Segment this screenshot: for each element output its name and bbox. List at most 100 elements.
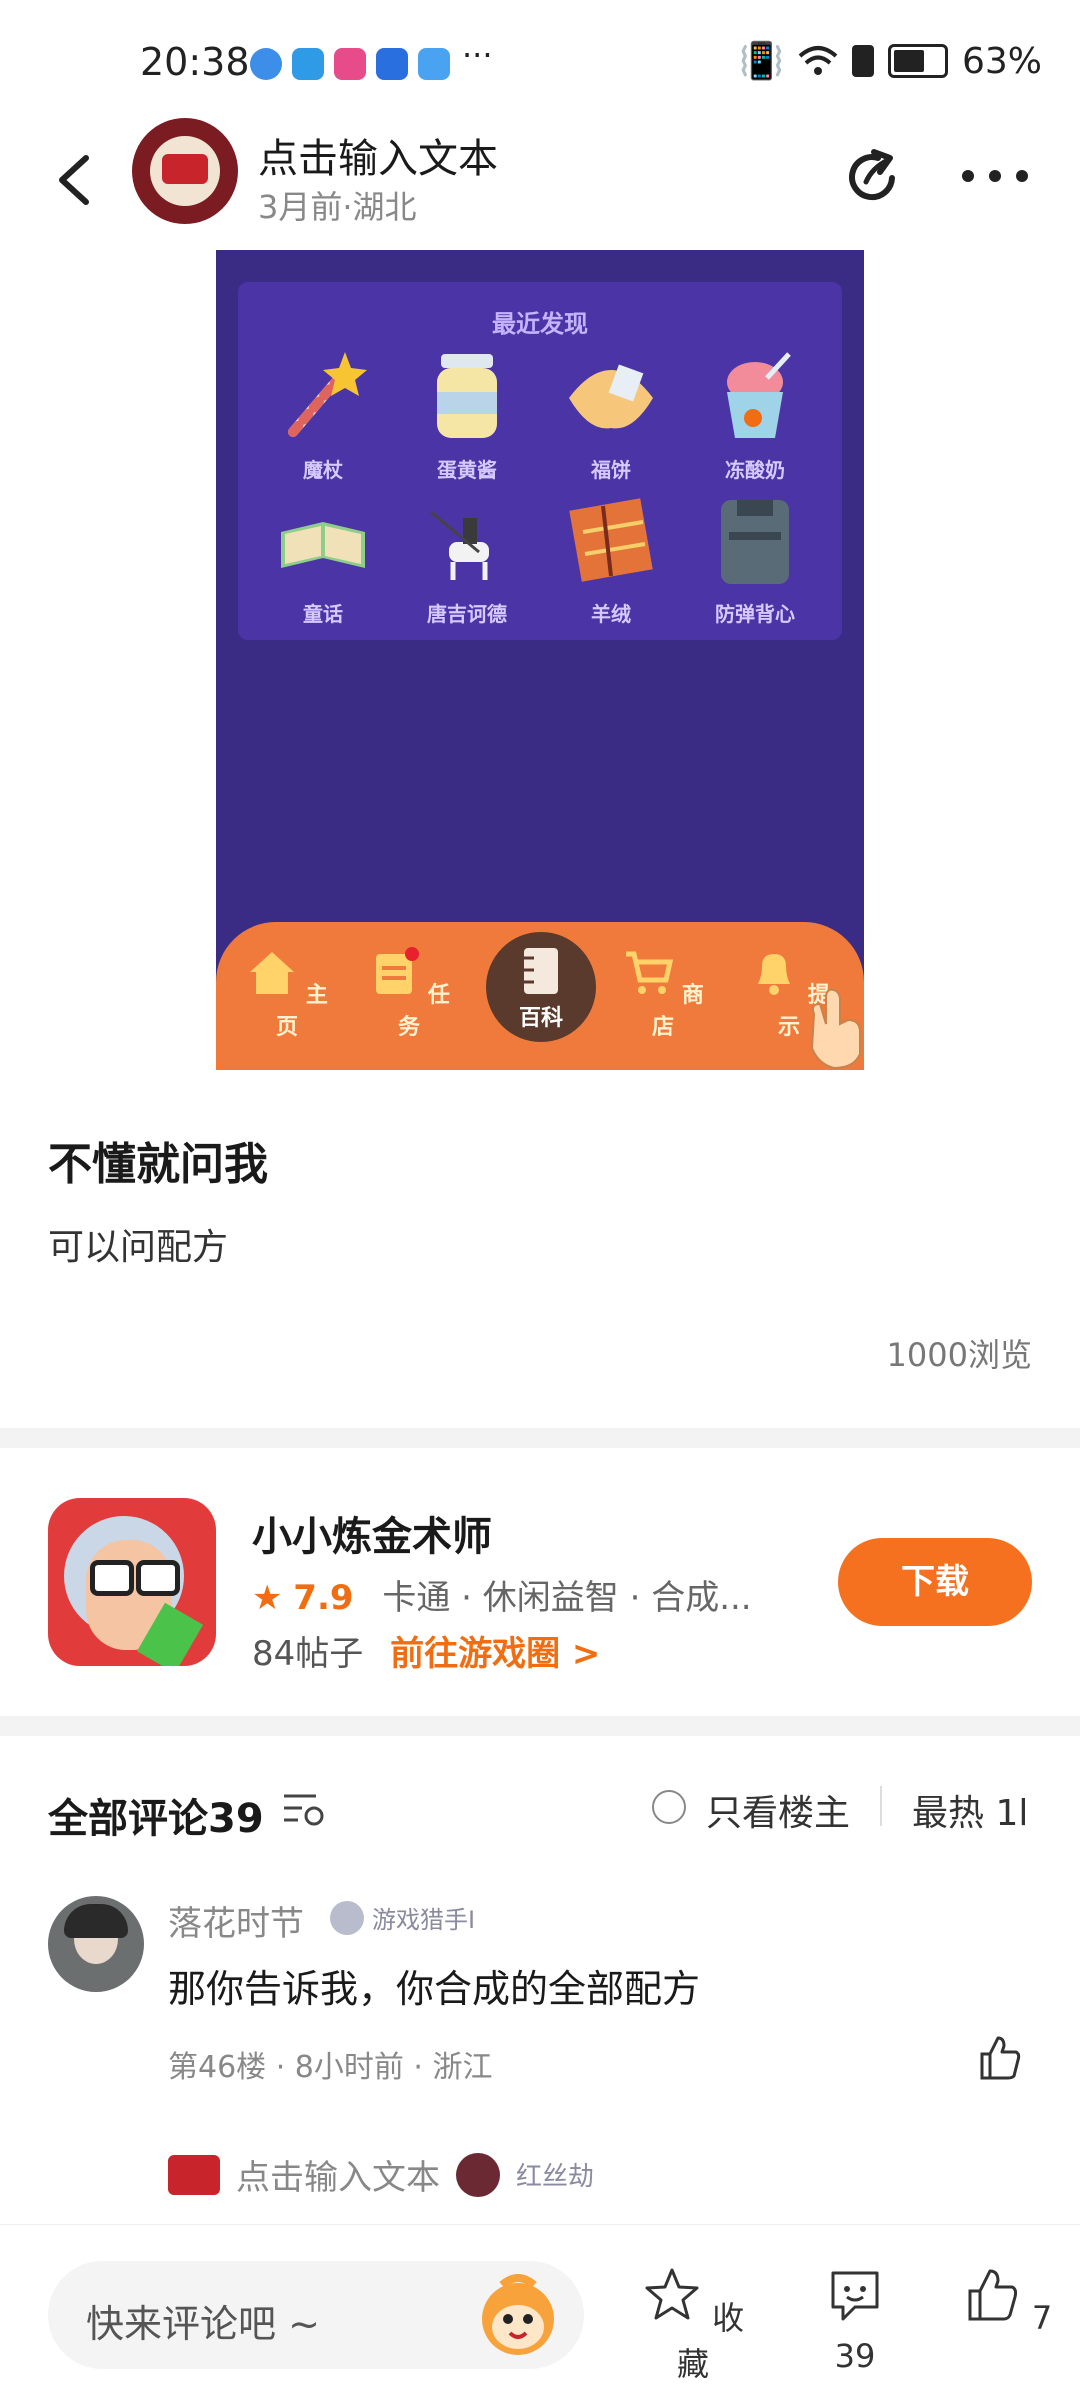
game-meta: ★ 7.9 卡通 · 休闲益智 · 合成...	[252, 1570, 752, 1619]
game-nav-bar: 主页 任务 百科 商店 提示	[216, 922, 864, 1070]
badge-label: 游戏猎手I	[372, 1906, 476, 1934]
pointing-hand-icon	[810, 988, 861, 1070]
more-notifications: ···	[462, 36, 493, 74]
bell-icon	[758, 954, 791, 995]
star-outline-icon	[645, 2268, 699, 2320]
like-count: 7	[1031, 2299, 1053, 2337]
item-label: 防弹背心	[715, 602, 795, 626]
jar-icon	[437, 354, 497, 438]
reply-author-avatar	[168, 2154, 220, 2195]
author-name[interactable]: 点击输入文本	[258, 126, 498, 184]
reply-row: 点击输入文本 红丝劫	[168, 2150, 594, 2199]
vibrate-icon: 📳	[739, 41, 784, 82]
item-frozen-yogurt: 冻酸奶	[690, 348, 820, 498]
like-icon[interactable]	[976, 2034, 1024, 2082]
post-text: 可以问配方	[48, 1227, 229, 1268]
battery-percent: 63%	[961, 40, 1042, 82]
section-divider	[0, 1428, 1080, 1448]
video-app-icon	[334, 48, 366, 80]
panel-title: 最近发现	[492, 310, 588, 338]
app-notification-icon	[250, 48, 282, 80]
sort-dropdown[interactable]: 最热 1l	[912, 1784, 1028, 1836]
cookie-icon	[569, 364, 653, 429]
game-rating: 7.9	[293, 1578, 354, 1618]
item-mayonnaise: 蛋黄酱	[402, 348, 532, 498]
post-time-location: 3月前·湖北	[258, 188, 417, 226]
wand-icon	[288, 352, 367, 437]
divider	[880, 1786, 882, 1826]
item-label: 童话	[303, 602, 343, 626]
item-label: 魔杖	[303, 458, 343, 482]
only-owner-label[interactable]: 只看楼主	[706, 1784, 850, 1836]
knight-icon	[430, 510, 489, 580]
back-icon[interactable]	[50, 150, 100, 210]
item-label: 唐吉诃德	[427, 602, 507, 626]
mascot-icon	[482, 2274, 554, 2355]
favorite-button[interactable]: 收藏	[638, 2265, 748, 2385]
reply-target-avatar	[456, 2152, 500, 2197]
item-bulletproof-vest: 防弹背心	[690, 492, 820, 642]
game-name[interactable]: 小小炼金术师	[252, 1504, 492, 1562]
game-tab-encyclopedia: 百科	[486, 932, 596, 1042]
item-label: 福饼	[591, 458, 631, 482]
reply-target-name[interactable]: 红丝劫	[516, 2156, 594, 2193]
book-icon	[281, 522, 365, 568]
game-tab-label: 百科	[518, 1006, 563, 1031]
wifi-icon	[798, 46, 838, 75]
game-tab-tasks: 任务	[364, 946, 454, 1041]
view-count: 1000浏览	[886, 1336, 1032, 1374]
post-title: 不懂就问我	[48, 1139, 268, 1190]
section-divider	[0, 1716, 1080, 1736]
watermark: 233号:72008875	[826, 2371, 1060, 2404]
weather-app-icon	[292, 48, 324, 80]
alert-icon	[851, 45, 874, 77]
comment-text: 那你告诉我，你合成的全部配方	[168, 1967, 701, 2011]
like-count-button[interactable]: 7	[952, 2265, 1062, 2337]
game-tab-shop: 商店	[618, 946, 708, 1041]
yogurt-icon	[727, 352, 791, 438]
cashmere-icon	[569, 498, 653, 582]
item-label: 羊绒	[591, 602, 631, 626]
game-posts-row: 84帖子 前往游戏圈 >	[252, 1626, 600, 1675]
status-time: 20:38	[140, 40, 250, 84]
more-options-icon[interactable]	[960, 168, 1030, 184]
task-icon	[376, 947, 420, 994]
status-right: 📳 63%	[739, 40, 1042, 83]
encyclopedia-icon	[524, 948, 558, 994]
comment-placeholder: 快来评论吧 ~	[86, 2302, 320, 2346]
game-post-count: 84帖子	[252, 1634, 364, 1674]
comment-count-button[interactable]: 39	[800, 2265, 910, 2375]
item-fortune-cookie: 福饼	[546, 348, 676, 498]
bulb-app-icon	[376, 48, 408, 80]
filter-icon[interactable]	[282, 1790, 326, 1830]
cart-icon	[626, 951, 674, 994]
item-label: 冻酸奶	[725, 458, 785, 482]
comments-header: 全部评论39	[48, 1796, 264, 1842]
only-owner-radio[interactable]	[652, 1790, 686, 1824]
commenter-name[interactable]: 落花时节	[168, 1896, 304, 1945]
star-icon: ★	[252, 1578, 283, 1618]
battery-icon	[887, 44, 948, 78]
share-icon[interactable]	[842, 144, 906, 208]
download-button[interactable]: 下载	[838, 1538, 1032, 1626]
author-avatar[interactable]	[132, 118, 238, 224]
commenter-badge: 游戏猎手I	[330, 1900, 475, 1935]
item-fairy-tale: 童话	[258, 492, 388, 642]
status-bar: 20:38 ··· 📳 63%	[0, 0, 1080, 110]
item-label: 蛋黄酱	[437, 458, 497, 482]
reply-author-name[interactable]: 点击输入文本	[236, 2150, 440, 2199]
item-don-quixote: 唐吉诃德	[402, 492, 532, 642]
vest-icon	[721, 500, 789, 584]
commenter-avatar[interactable]	[48, 1896, 144, 1992]
thumb-up-icon	[968, 2269, 1017, 2321]
goto-game-circle-link[interactable]: 前往游戏圈 >	[390, 1634, 600, 1674]
post-image[interactable]: 最近发现 魔杖 蛋黄酱 福饼 冻酸奶 童话 唐吉诃德 羊绒 防弹背心 主页 任务…	[216, 250, 864, 1070]
comment-icon	[831, 2271, 879, 2321]
game-tags: 卡通 · 休闲益智 · 合成...	[382, 1578, 752, 1618]
post-header: 点击输入文本 3月前·湖北	[0, 110, 1080, 240]
game-app-icon[interactable]	[48, 1498, 216, 1666]
comment-meta: 第46楼 · 8小时前 · 浙江	[168, 2050, 493, 2085]
badge-icon	[330, 1900, 364, 1935]
comment-input[interactable]: 快来评论吧 ~	[48, 2261, 584, 2369]
cloud-app-icon	[418, 48, 450, 80]
